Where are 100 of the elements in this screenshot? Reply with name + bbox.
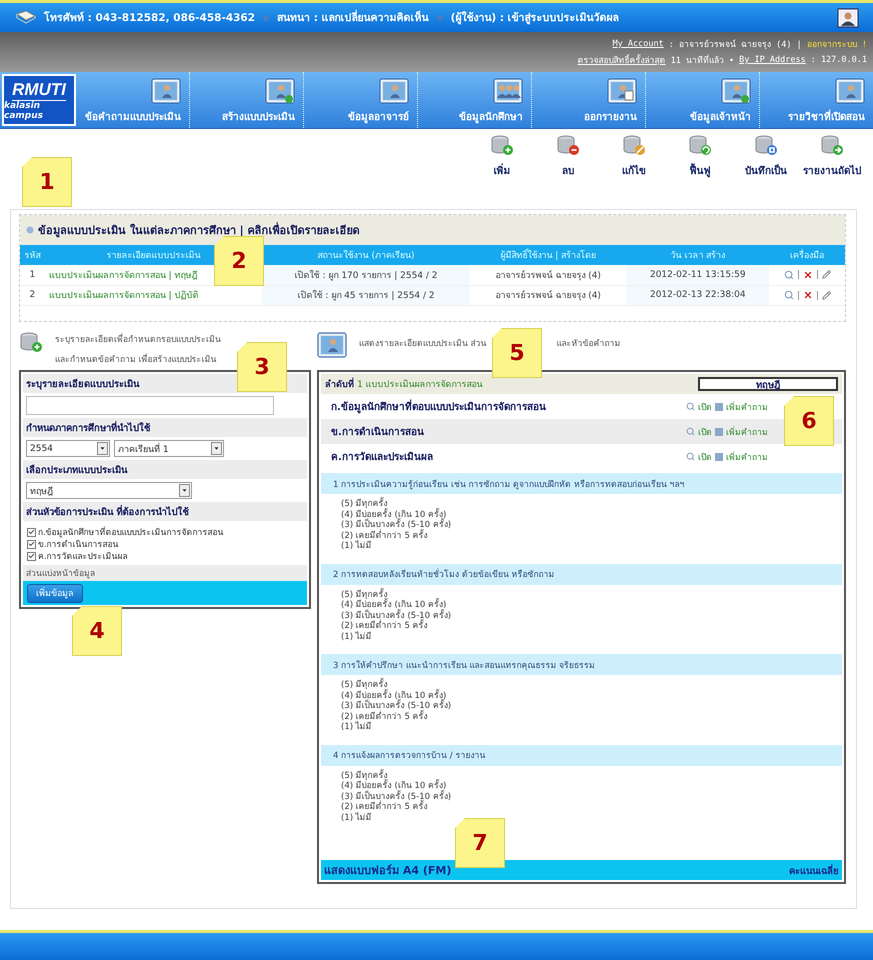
column-header: สถานะใช้งาน (ภาคเรียน) [262, 245, 470, 265]
add-question-link[interactable]: เพิ่มคำถาม [726, 450, 768, 464]
sticky-note: 5 [492, 328, 542, 378]
phone-text: โทรศัพท์ : 043-812582, 086-458-4362 [44, 10, 256, 26]
intro-text: แสดงรายละเอียดแบบประเมิน ส่วน [359, 338, 487, 350]
nav-item[interactable]: ออกรายงาน [532, 72, 646, 128]
delete-icon[interactable] [802, 270, 813, 280]
toolbar-button[interactable]: ลบ [539, 135, 597, 199]
user-card-icon[interactable] [837, 8, 859, 28]
answer-option: (5) มีทุกครั้ง [341, 680, 842, 690]
people-frame-icon [493, 78, 523, 104]
answer-option: (3) มีเป็นบางครั้ง (5-10 ครั้ง) [341, 610, 842, 621]
field-label: กำหนดภาคการศึกษาที่นำไปใช้ [26, 420, 150, 435]
edit-icon[interactable] [822, 270, 831, 280]
answer-option: (2) เคยมีต่ำกว่า 5 ครั้ง [341, 621, 842, 632]
answer-option: (3) มีเป็นบางครั้ง (5-10 ครั้ง) [341, 701, 842, 712]
person-frame-icon [835, 78, 865, 104]
order-text: ลำดับที่ 1 แบบประเมินผลการจัดการสอน [325, 377, 483, 391]
answer-option: (4) มีบ่อยครั้ง (เกิน 10 ครั้ง) [341, 781, 842, 792]
logo[interactable]: RMUTI kalasin campus [2, 74, 76, 126]
my-account-link[interactable]: My Account [612, 39, 664, 49]
book-icon [16, 10, 36, 26]
database-minus-icon [556, 135, 580, 157]
add-button[interactable]: เพิ่มข้อมูล [27, 584, 83, 602]
checkbox-label: ข.การดำเนินการสอน [38, 539, 119, 551]
section-heading: ก.ข้อมูลนักศึกษาที่ตอบแบบประเมินการจัดการสอน [331, 399, 546, 414]
answer-option: (2) เคยมีต่ำกว่า 5 ครั้ง [341, 802, 842, 812]
column-header: ผู้มีสิทธิ์ใช้งาน | สร้างโดย [470, 245, 626, 265]
table-cell: เปิดใช้ : ผูก 170 รายการ | 2554 / 2 [262, 265, 470, 285]
person-frame-icon [151, 78, 181, 104]
intro-text: และกำหนดข้อคำถาม เพื่อสร้างแบบประเมิน [55, 352, 218, 366]
type-select[interactable]: ทฤษฎี [26, 482, 192, 499]
checkbox-label: ก.ข้อมูลนักศึกษาที่ตอบแบบประเมินการจัดการสอน [38, 525, 224, 539]
database-plus-icon [490, 135, 514, 157]
nav-item[interactable]: สร้างแบบประเมิน [190, 72, 304, 128]
nav-item[interactable]: รายวิชาที่เปิดสอน [760, 72, 873, 128]
nav-item[interactable]: ข้อมูลนักศึกษา [418, 72, 532, 128]
checkbox[interactable] [27, 528, 36, 536]
detail-input[interactable] [26, 396, 274, 415]
table-cell: เปิดใช้ : ผูก 45 รายการ | 2554 / 2 [262, 285, 470, 305]
caret-icon[interactable] [97, 442, 108, 455]
search-icon[interactable] [686, 427, 695, 436]
table-cell[interactable]: แบบประเมินผลการจัดการสอน | ปฏิบัติ [48, 291, 199, 301]
search-icon[interactable] [686, 402, 695, 411]
search-icon[interactable] [784, 270, 794, 280]
last-check-link[interactable]: ตรวจสอบสิทธิ์ครั้งล่าสุด [578, 53, 666, 67]
sticky-note: 7 [455, 818, 505, 868]
caret-icon[interactable] [211, 442, 222, 455]
answer-option: (2) เคยมีต่ำกว่า 5 ครั้ง [341, 530, 842, 541]
edit-icon[interactable] [822, 290, 831, 300]
person-frame-icon [607, 78, 637, 104]
open-link[interactable]: เปิด [698, 424, 712, 438]
answer-option: (4) มีบ่อยครั้ง (เกิน 10 ครั้ง) [341, 600, 842, 610]
average-score-link[interactable]: คะแนนเฉลี่ย [789, 862, 839, 878]
user-name: : อาจารย์วรพจน์ ฉายจรุง (4) | [668, 38, 802, 51]
paging-label: ส่วนแบ่งหน้าข้อมูล [26, 568, 95, 580]
intro-text: ระบุรายละเอียดเพื่อกำหนดกรอบแบบประเมิน [55, 332, 221, 346]
toolbar-button[interactable]: บันทึกเป็น [737, 135, 795, 199]
toolbar-button[interactable]: เพิ่ม [473, 135, 531, 199]
year-select[interactable]: 2554 [26, 440, 110, 457]
nav-item[interactable]: ข้อมูลเจ้าหน้า [646, 72, 760, 128]
answer-option: (3) มีเป็นบางครั้ง (5-10 ครั้ง) [341, 520, 842, 530]
time-ago-text: 11 นาทีที่แล้ว • [670, 53, 734, 67]
ip-address-link[interactable]: By IP Address [739, 55, 806, 65]
column-header: เครื่องมือ [769, 245, 845, 265]
nav-item[interactable]: ข้อคำถามแบบประเมิน [76, 72, 190, 128]
checkbox[interactable] [27, 552, 36, 560]
add-question-link[interactable]: เพิ่มคำถาม [726, 400, 768, 414]
database-restore-icon [688, 135, 712, 157]
sticky-note: 3 [237, 342, 287, 392]
add-question-link[interactable]: เพิ่มคำถาม [726, 424, 768, 438]
nav-item[interactable]: ข้อมูลอาจารย์ [304, 72, 418, 128]
table-cell: 2012-02-13 22:38:04 [626, 285, 770, 305]
question-heading: 1 การประเมินความรู้ก่อนเรียน เช่น การซักถาม ดูจากแบบฝึกหัด หรือการทดสอบก่อนเรียน ฯลฯ [321, 473, 842, 494]
checkbox-label: ค.การวัดและประเมินผล [38, 551, 128, 563]
database-save-icon [754, 135, 778, 157]
chat-link[interactable]: สนทนา : แลกเปลี่ยนความคิดเห็น [277, 9, 429, 26]
delete-icon[interactable] [802, 290, 813, 300]
table-cell[interactable]: แบบประเมินผลการจัดการสอน | ทฤษฎี [48, 270, 198, 281]
term-select[interactable]: ภาคเรียนที่ 1 [114, 440, 224, 457]
caret-icon[interactable] [179, 484, 190, 497]
answer-option: (1) ไม่มี [341, 632, 842, 642]
open-link[interactable]: เปิด [698, 400, 712, 414]
toolbar-button[interactable]: รายงานถัดไป [803, 135, 861, 199]
ip-address-text: : 127.0.0.1 [810, 55, 867, 65]
login-link[interactable]: (ผู้ใช้งาน) : เข้าสู่ระบบประเมินวัดผล [450, 9, 619, 26]
database-plus-icon [19, 332, 43, 354]
question-heading: 3 การให้คำปรึกษา แนะนำการเรียน และสอนแทรกคุณธรรม จริยธรรม [321, 654, 842, 675]
logout-link[interactable]: ออกจากระบบ ! [806, 37, 867, 51]
toolbar-button[interactable]: ฟื้นฟู [671, 135, 729, 199]
search-icon[interactable] [686, 452, 695, 461]
open-link[interactable]: เปิด [698, 450, 712, 464]
checkbox[interactable] [27, 540, 36, 548]
person-frame-icon [317, 332, 347, 358]
search-icon[interactable] [784, 290, 794, 300]
toolbar-button[interactable]: แก้ไข [605, 135, 663, 199]
a4-form-link[interactable]: แสดงแบบฟอร์ม A4 (FM) [324, 861, 452, 879]
table-cell: 2012-02-11 13:15:59 [626, 265, 770, 285]
person-frame-icon [721, 78, 751, 104]
answer-option: (4) มีบ่อยครั้ง (เกิน 10 ครั้ง) [341, 690, 842, 701]
